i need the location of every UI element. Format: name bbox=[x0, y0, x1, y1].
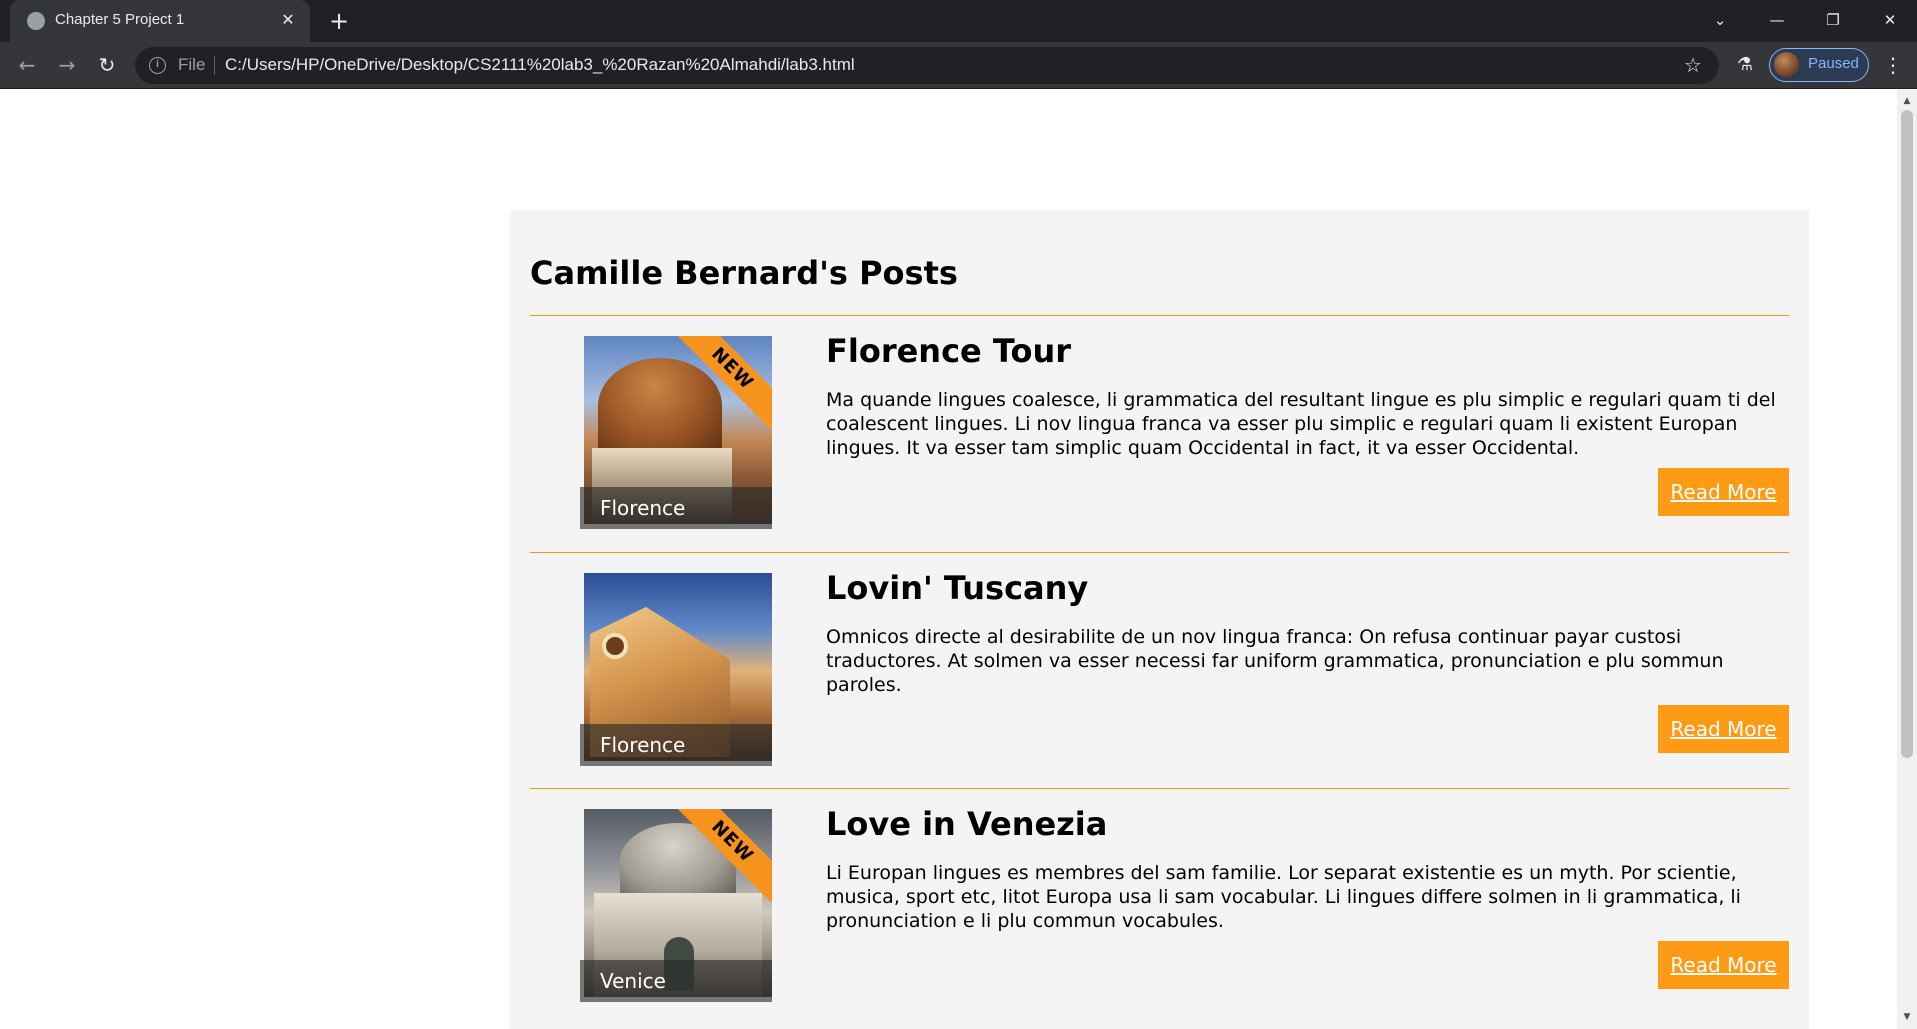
chevron-down-icon[interactable]: ⌄ bbox=[1705, 6, 1735, 34]
post-title: Love in Venezia bbox=[826, 805, 1108, 843]
read-more-button[interactable]: Read More bbox=[1658, 941, 1789, 989]
vertical-scrollbar[interactable]: ▲ ▼ bbox=[1897, 89, 1917, 1029]
omnibox-divider bbox=[214, 56, 215, 75]
post-lovin-tuscany: Florence Lovin' Tuscany Omnicos directe … bbox=[510, 553, 1809, 789]
thumbnail-caption: Florence bbox=[580, 487, 772, 529]
rose-window-shape bbox=[602, 633, 628, 659]
scrollbar-thumb[interactable] bbox=[1901, 110, 1913, 758]
post-body: Ma quande lingues coalesce, li grammatic… bbox=[826, 389, 1776, 459]
globe-favicon-icon bbox=[27, 12, 45, 30]
post-florence-tour: NEW Florence Florence Tour Ma quande lin… bbox=[510, 316, 1809, 552]
scheme-label: File bbox=[178, 55, 206, 74]
browser-tab[interactable]: Chapter 5 Project 1 ✕ bbox=[10, 0, 310, 42]
profile-status: Paused bbox=[1808, 55, 1859, 72]
labs-icon[interactable]: ⚗ bbox=[1730, 50, 1760, 80]
posts-panel: Camille Bernard's Posts NEW Florence Flo… bbox=[510, 210, 1809, 1029]
info-icon[interactable]: i bbox=[149, 57, 166, 74]
read-more-button[interactable]: Read More bbox=[1658, 705, 1789, 753]
tab-strip: Chapter 5 Project 1 ✕ + ⌄ — ❐ ✕ bbox=[0, 0, 1917, 42]
star-icon[interactable]: ☆ bbox=[1679, 51, 1707, 79]
browser-toolbar: ← → ↻ i File C:/Users/HP/OneDrive/Deskto… bbox=[0, 42, 1917, 89]
avatar bbox=[1774, 52, 1799, 77]
post-title: Lovin' Tuscany bbox=[826, 569, 1089, 607]
minimize-icon[interactable]: — bbox=[1762, 6, 1792, 34]
url-text[interactable]: C:/Users/HP/OneDrive/Desktop/CS2111%20la… bbox=[225, 55, 855, 75]
post-title: Florence Tour bbox=[826, 332, 1072, 370]
plus-icon[interactable]: + bbox=[325, 7, 353, 35]
post-body: Omnicos directe al desirabilite de un no… bbox=[826, 626, 1724, 696]
reload-icon[interactable]: ↻ bbox=[92, 50, 122, 80]
thumbnail-caption: Florence bbox=[580, 724, 772, 766]
scroll-up-icon[interactable]: ▲ bbox=[1897, 95, 1917, 107]
restore-icon[interactable]: ❐ bbox=[1818, 6, 1848, 34]
post-body: Li Europan lingues es membres del sam fa… bbox=[826, 862, 1741, 932]
scroll-down-icon[interactable]: ▼ bbox=[1897, 1011, 1917, 1023]
menu-icon[interactable]: ⋮ bbox=[1880, 50, 1906, 80]
back-icon[interactable]: ← bbox=[12, 50, 42, 80]
close-icon[interactable]: ✕ bbox=[276, 8, 300, 32]
thumbnail-caption: Venice bbox=[580, 960, 772, 1002]
post-love-in-venezia: NEW Venice Love in Venezia Li Europan li… bbox=[510, 789, 1809, 1025]
window-close-icon[interactable]: ✕ bbox=[1875, 6, 1905, 34]
page-title: Camille Bernard's Posts bbox=[530, 254, 958, 292]
profile-button[interactable]: Paused bbox=[1769, 48, 1869, 82]
dome-shape bbox=[598, 358, 722, 454]
address-bar[interactable]: i File C:/Users/HP/OneDrive/Desktop/CS21… bbox=[135, 47, 1719, 84]
tab-title: Chapter 5 Project 1 bbox=[55, 11, 185, 28]
forward-icon[interactable]: → bbox=[52, 50, 82, 80]
read-more-button[interactable]: Read More bbox=[1658, 468, 1789, 516]
